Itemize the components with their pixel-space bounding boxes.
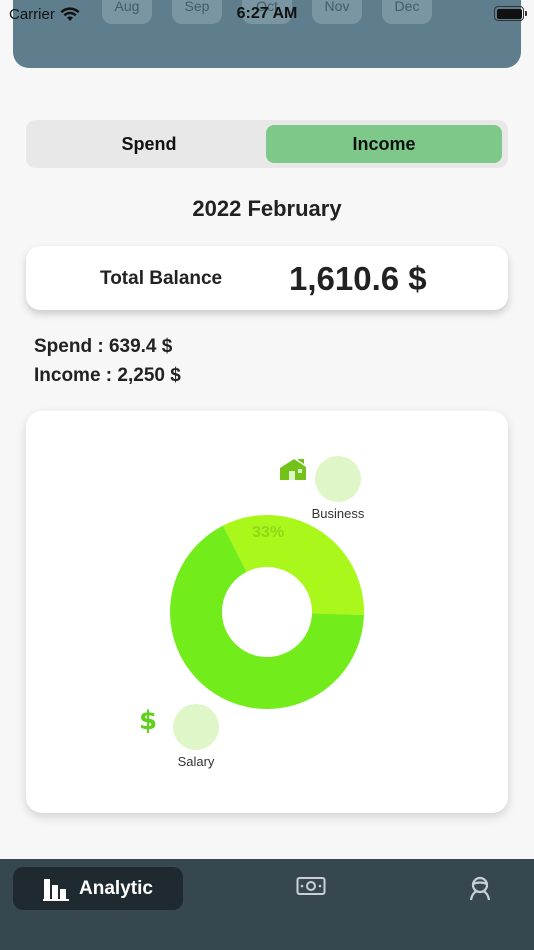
donut-chart: 33% bbox=[170, 515, 365, 709]
battery-icon bbox=[494, 6, 527, 21]
salary-bubble: $ bbox=[139, 704, 219, 750]
business-bubble bbox=[280, 456, 361, 502]
income-tab[interactable]: Income bbox=[266, 125, 502, 163]
spend-summary: Spend : 639.4 $ bbox=[34, 336, 173, 357]
tab-analytic-label: Analytic bbox=[79, 877, 153, 899]
donut-slice-business[interactable] bbox=[222, 515, 365, 616]
business-label: Business bbox=[311, 506, 365, 521]
tab-analytic[interactable]: Analytic bbox=[13, 867, 183, 910]
tab-bar: Analytic bbox=[0, 859, 534, 950]
status-bar: Carrier 6:27 AM bbox=[0, 0, 534, 28]
house-icon bbox=[280, 459, 306, 480]
dollar-icon: $ bbox=[139, 706, 157, 734]
balance-card: Total Balance 1,610.6 $ bbox=[26, 246, 508, 310]
money-icon bbox=[296, 877, 326, 895]
donut-label-business: 33% bbox=[252, 524, 284, 541]
balance-value: 1,610.6 $ bbox=[289, 260, 427, 297]
salary-label: Salary bbox=[177, 754, 215, 769]
svg-text:$: $ bbox=[139, 706, 157, 734]
period-title: 2022 February bbox=[192, 196, 342, 221]
spend-tab[interactable]: Spend bbox=[31, 125, 267, 163]
bar-chart-icon bbox=[43, 878, 70, 901]
profile-icon bbox=[469, 876, 491, 901]
category-business[interactable]: Business bbox=[278, 456, 398, 521]
tab-profile[interactable] bbox=[467, 875, 493, 906]
clock: 6:27 AM bbox=[236, 5, 298, 22]
tab-money[interactable] bbox=[296, 875, 326, 902]
category-salary[interactable]: $ Salary bbox=[136, 704, 256, 769]
chart-card: 33% Business $ Salary bbox=[26, 411, 508, 813]
income-summary: Income : 2,250 $ bbox=[34, 365, 181, 386]
spend-income-toggle: Spend Income bbox=[26, 120, 508, 168]
balance-label: Total Balance bbox=[100, 268, 223, 289]
